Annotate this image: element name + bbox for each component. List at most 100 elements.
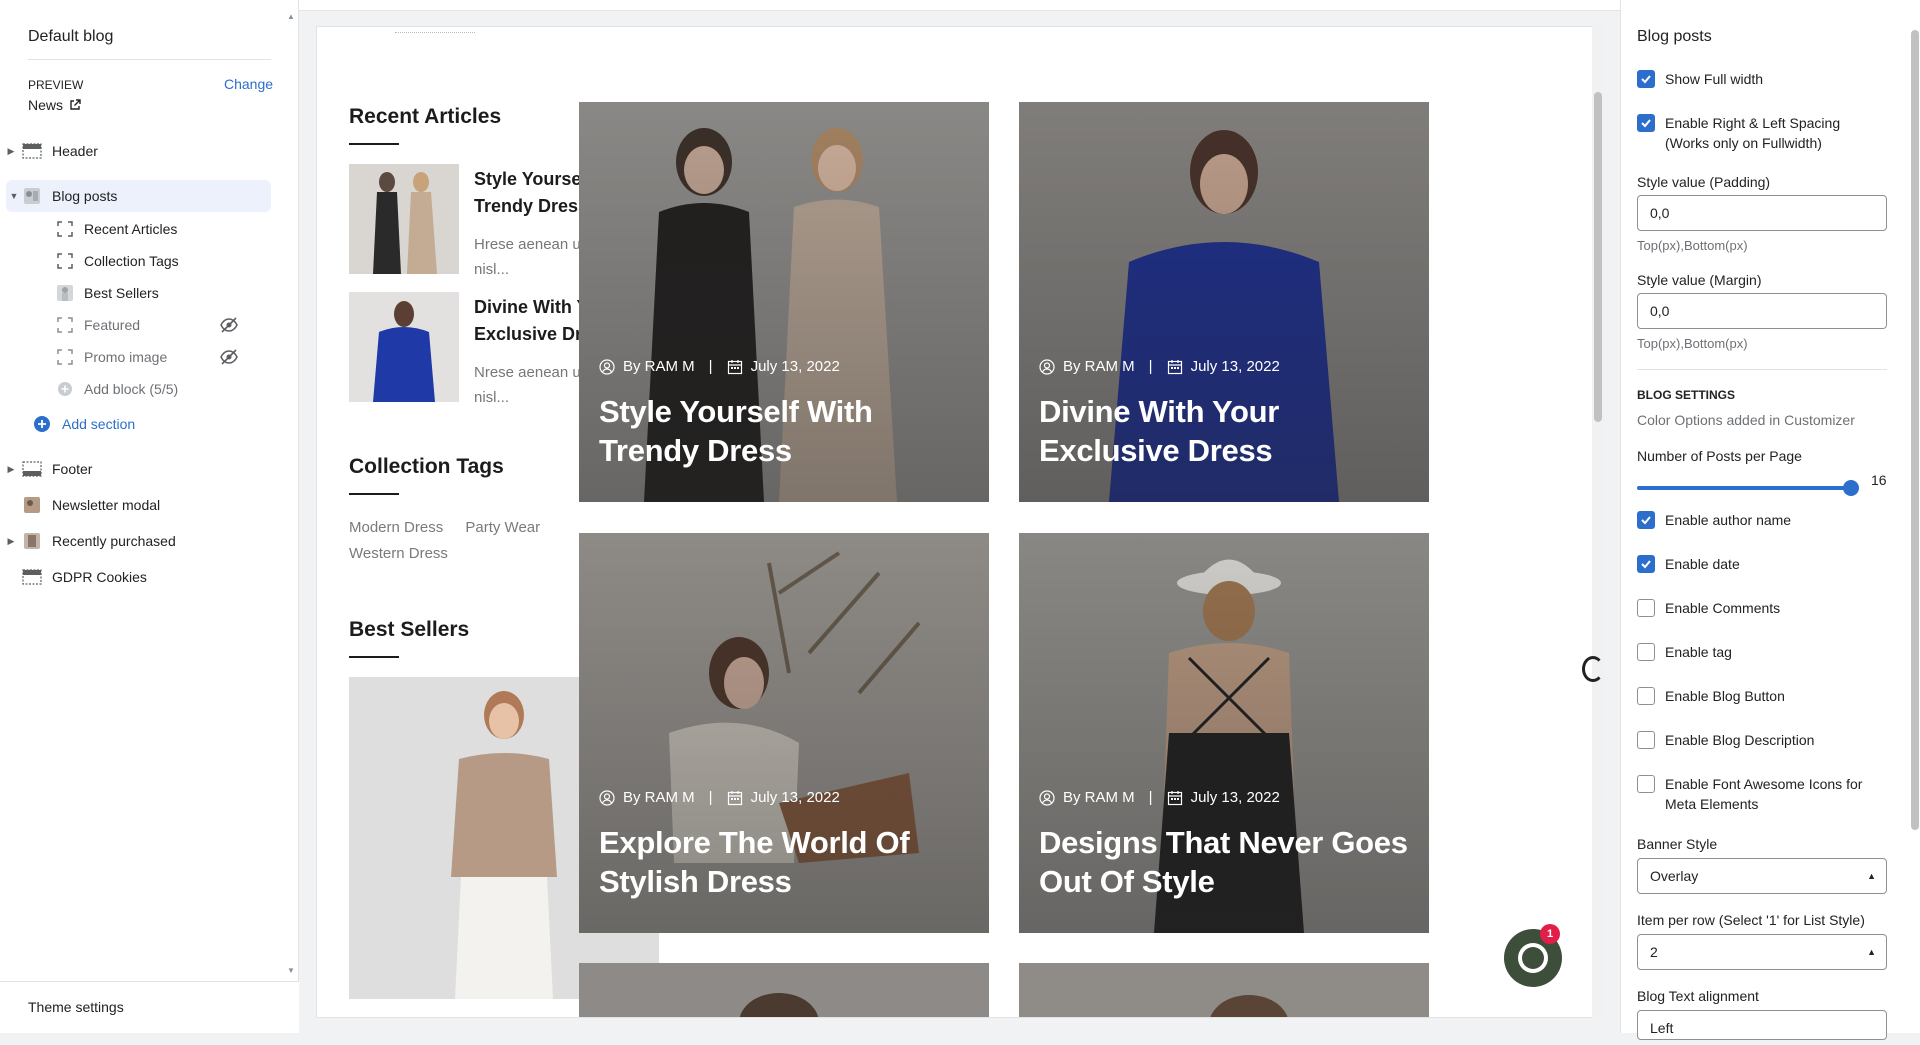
caret-right-icon[interactable]: ▶ xyxy=(0,536,22,547)
enable-spacing-checkbox[interactable]: Enable Right & Left Spacing (Works only … xyxy=(1637,113,1887,153)
text-alignment-label: Blog Text alignment xyxy=(1637,988,1759,1004)
recent-article-thumbnail[interactable] xyxy=(349,164,459,274)
eye-off-icon[interactable] xyxy=(220,317,238,333)
blog-post-card[interactable] xyxy=(579,963,989,1017)
checkbox-checked[interactable] xyxy=(1637,555,1655,573)
preview-page[interactable]: News xyxy=(28,97,81,113)
enable-tag-checkbox[interactable]: Enable tag xyxy=(1637,642,1887,662)
scroll-down-icon[interactable]: ▼ xyxy=(287,966,295,975)
blog-post-card[interactable]: By RAM M | July 13, 2022 Designs That Ne… xyxy=(1019,533,1429,933)
block-best-sellers[interactable]: Best Sellers xyxy=(56,277,271,309)
recently-thumb-icon xyxy=(22,533,42,549)
post-date: July 13, 2022 xyxy=(750,789,840,806)
calendar-icon xyxy=(727,790,742,805)
store-preview-frame: Recent Articles Style Yourself With Tren… xyxy=(316,26,1599,1018)
sidebar-scrollbar[interactable]: ▲ ▼ xyxy=(284,10,298,980)
enable-author-checkbox[interactable]: Enable author name xyxy=(1637,510,1887,530)
banner-style-label: Banner Style xyxy=(1637,836,1718,852)
padding-label: Style value (Padding) xyxy=(1637,174,1771,190)
scroll-up-icon[interactable]: ▲ xyxy=(287,12,295,21)
margin-input[interactable]: 0,0 xyxy=(1637,293,1887,329)
change-preview-link[interactable]: Change xyxy=(224,76,273,92)
enable-blog-description-checkbox[interactable]: Enable Blog Description xyxy=(1637,730,1887,750)
tag-link[interactable]: Modern Dress xyxy=(349,519,443,536)
eye-off-icon[interactable] xyxy=(220,349,238,365)
checkbox-label: Enable Blog Button xyxy=(1665,688,1785,704)
calendar-icon xyxy=(727,359,742,374)
blog-post-card[interactable] xyxy=(1019,963,1429,1017)
theme-settings-bar[interactable]: Theme settings xyxy=(0,981,299,1033)
enable-font-awesome-checkbox[interactable]: Enable Font Awesome Icons for Meta Eleme… xyxy=(1637,774,1887,814)
checkbox-checked[interactable] xyxy=(1637,511,1655,529)
show-full-width-checkbox[interactable]: Show Full width xyxy=(1637,69,1887,89)
margin-help: Top(px),Bottom(px) xyxy=(1637,336,1748,351)
checkbox-unchecked[interactable] xyxy=(1637,599,1655,617)
text-alignment-select[interactable]: Left xyxy=(1637,1010,1887,1040)
post-date: July 13, 2022 xyxy=(1190,358,1280,375)
section-label: Blog posts xyxy=(52,188,118,204)
blog-post-card[interactable]: By RAM M | July 13, 2022 Explore The Wor… xyxy=(579,533,989,933)
block-recent-articles[interactable]: Recent Articles xyxy=(56,213,271,245)
item-per-row-label: Item per row (Select '1' for List Style) xyxy=(1637,912,1865,928)
post-title[interactable]: Explore The World Of Stylish Dress xyxy=(599,823,974,901)
add-section-button[interactable]: Add section xyxy=(32,408,271,440)
blog-post-card[interactable]: By RAM M | July 13, 2022 Divine With You… xyxy=(1019,102,1429,502)
user-icon xyxy=(1039,789,1055,806)
post-meta: By RAM M | July 13, 2022 xyxy=(599,789,840,806)
checkbox-unchecked[interactable] xyxy=(1637,731,1655,749)
tag-link[interactable]: Party Wear xyxy=(465,519,540,536)
enable-comments-checkbox[interactable]: Enable Comments xyxy=(1637,598,1887,618)
checkbox-checked[interactable] xyxy=(1637,70,1655,88)
section-newsletter-modal[interactable]: Newsletter modal xyxy=(0,489,271,521)
preview-label: PREVIEW xyxy=(28,78,84,92)
banner-style-select[interactable]: Overlay ▲ xyxy=(1637,858,1887,894)
product-thumb-icon xyxy=(56,284,74,302)
external-link-icon xyxy=(70,99,81,110)
blog-settings-heading: BLOG SETTINGS xyxy=(1637,388,1736,402)
post-meta: By RAM M | July 13, 2022 xyxy=(1039,358,1280,375)
caret-right-icon[interactable]: ▶ xyxy=(0,146,22,157)
post-title[interactable]: Divine With Your Exclusive Dress xyxy=(1039,392,1414,470)
add-block-button[interactable]: Add block (5/5) xyxy=(56,373,271,405)
posts-per-page-slider[interactable] xyxy=(1637,478,1859,498)
footer-icon xyxy=(22,461,42,477)
divider xyxy=(1637,369,1887,370)
post-title[interactable]: Designs That Never Goes Out Of Style xyxy=(1039,823,1414,901)
tag-link[interactable]: Western Dress xyxy=(349,545,448,562)
checkbox-unchecked[interactable] xyxy=(1637,775,1655,793)
enable-blog-button-checkbox[interactable]: Enable Blog Button xyxy=(1637,686,1887,706)
item-per-row-select[interactable]: 2 ▲ xyxy=(1637,934,1887,970)
enable-date-checkbox[interactable]: Enable date xyxy=(1637,554,1887,574)
preview-page-label: News xyxy=(28,97,64,113)
caret-down-icon[interactable]: ▼ xyxy=(6,191,22,201)
slider-handle[interactable] xyxy=(1843,480,1859,496)
section-label: Recently purchased xyxy=(52,533,176,549)
post-title[interactable]: Style Yourself With Trendy Dress xyxy=(599,392,974,470)
block-label: Collection Tags xyxy=(84,253,179,269)
checkbox-checked[interactable] xyxy=(1637,114,1655,132)
slider-track[interactable] xyxy=(1637,486,1853,490)
checkbox-unchecked[interactable] xyxy=(1637,687,1655,705)
checkbox-unchecked[interactable] xyxy=(1637,643,1655,661)
title-underline xyxy=(349,493,399,495)
best-sellers-title: Best Sellers xyxy=(349,618,470,641)
section-gdpr-cookies[interactable]: GDPR Cookies xyxy=(0,561,271,593)
chat-bubble-icon xyxy=(1518,943,1548,973)
post-author: By RAM M xyxy=(1063,358,1135,375)
preview-scrollbar[interactable] xyxy=(1592,26,1604,1018)
block-collection-tags[interactable]: Collection Tags xyxy=(56,245,271,277)
blog-post-card[interactable]: By RAM M | July 13, 2022 Style Yourself … xyxy=(579,102,989,502)
section-footer[interactable]: ▶ Footer xyxy=(0,453,271,485)
section-recently-purchased[interactable]: ▶ Recently purchased xyxy=(0,525,271,557)
section-blog-posts[interactable]: ▼ Blog posts xyxy=(6,180,271,212)
settings-scrollbar[interactable] xyxy=(1909,18,1920,1028)
meta-separator: | xyxy=(1148,358,1153,375)
block-promo-image[interactable]: Promo image xyxy=(56,341,271,373)
block-featured[interactable]: Featured xyxy=(56,309,271,341)
padding-input[interactable]: 0,0 xyxy=(1637,195,1887,231)
checkbox-label: Enable date xyxy=(1665,556,1740,572)
sections-sidebar: Default blog PREVIEW Change News ▶ Heade… xyxy=(0,0,299,1033)
recent-article-thumbnail[interactable] xyxy=(349,292,459,402)
caret-right-icon[interactable]: ▶ xyxy=(0,464,22,475)
section-header[interactable]: ▶ Header xyxy=(0,135,271,167)
